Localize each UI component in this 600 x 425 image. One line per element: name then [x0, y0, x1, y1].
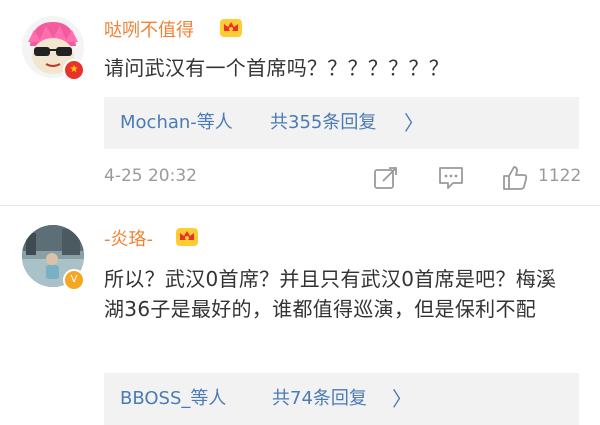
chevron-right-icon: 〉: [404, 111, 424, 135]
crown-badge-icon: [176, 228, 198, 246]
comment-text: 所以？武汉0首席？并且只有武汉0首席是吧？梅溪湖36子是最好的，谁都值得巡演，但…: [104, 267, 557, 321]
verified-badge-icon: V: [63, 269, 85, 291]
reply-summary[interactable]: Mochan-等人 共355条回复 〉: [104, 97, 579, 149]
reply-count[interactable]: 共74条回复: [272, 373, 367, 425]
like-count: 1122: [538, 166, 582, 186]
username[interactable]: 哒咧不值得: [104, 16, 194, 42]
reply-summary[interactable]: BBOSS_等人 共74条回复 〉: [104, 373, 579, 425]
comment-text: 请问武汉有一个首席吗？？？？？？？: [104, 56, 450, 80]
chevron-right-icon: 〉: [392, 387, 412, 411]
like-icon[interactable]: [501, 164, 529, 192]
comment-icon[interactable]: [437, 164, 465, 192]
repost-icon[interactable]: [372, 164, 400, 192]
comment-item: ★ 哒咧不值得 请问武汉有一个首席吗？？？？？？？ Mochan-等人 共355…: [0, 0, 600, 205]
timestamp: 4-25 20:32: [104, 166, 197, 186]
crown-badge-icon: [220, 19, 242, 37]
username[interactable]: -炎珞-: [104, 225, 153, 251]
reply-users[interactable]: Mochan-等人: [120, 97, 233, 149]
divider: [0, 205, 600, 206]
comment-item: V -炎珞- 所以？武汉0首席？并且只有武汉0首席是吧？梅溪湖36子是最好的，谁…: [0, 207, 600, 425]
verified-badge-icon: ★: [63, 59, 85, 81]
reply-count[interactable]: 共355条回复: [270, 97, 376, 149]
reply-users[interactable]: BBOSS_等人: [120, 373, 226, 425]
